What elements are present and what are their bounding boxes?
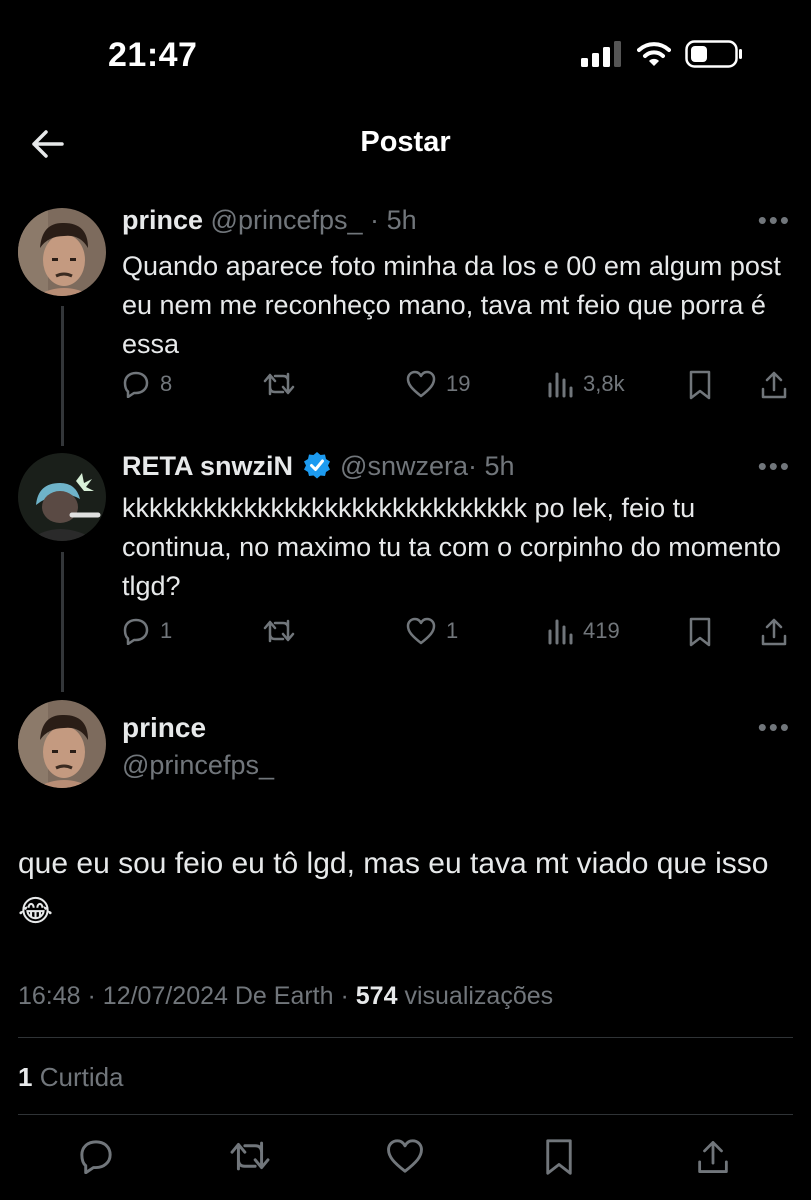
more-icon[interactable]: •••: [758, 712, 791, 743]
status-bar: 21:47: [0, 0, 811, 110]
like-count: 1: [446, 618, 459, 643]
author-handle[interactable]: @princefps_: [211, 205, 363, 235]
likes-summary[interactable]: 1 Curtida: [18, 1062, 124, 1093]
post-date: 12/07/2024: [102, 982, 228, 1010]
views-icon: [548, 372, 573, 398]
post-text: Quando aparece foto minha da los e 00 em…: [122, 251, 781, 359]
bookmark-icon: [689, 617, 711, 647]
bookmark-icon: [689, 370, 711, 400]
post-source: De Earth: [234, 982, 334, 1010]
repost-button[interactable]: [228, 1138, 272, 1179]
repost-button[interactable]: [262, 617, 296, 645]
reply-count: 8: [160, 371, 173, 396]
reply-count: 1: [160, 618, 173, 643]
bookmark-button[interactable]: [544, 1138, 574, 1181]
views-icon: [548, 619, 573, 645]
post-actions: 8 19 3,8k: [122, 370, 802, 410]
post-text: kkkkkkkkkkkkkkkkkkkkkkkkkkkkkk po lek, f…: [122, 493, 781, 601]
share-button[interactable]: [696, 1138, 730, 1181]
share-icon: [761, 618, 787, 646]
page-title: Postar: [360, 126, 451, 158]
separator: ·: [370, 205, 380, 235]
post-actions: 1 1 419: [122, 617, 802, 657]
more-icon[interactable]: •••: [758, 205, 791, 236]
repost-button[interactable]: [262, 370, 296, 398]
like-count: 19: [446, 371, 471, 396]
post-age: 5h: [484, 451, 515, 481]
post-header: prince @princefps_ · 5h: [122, 205, 417, 236]
main-post-text: que eu sou feio eu tô lgd, mas eu tava m…: [18, 847, 769, 928]
divider: [18, 1114, 793, 1115]
author-name[interactable]: prince: [122, 712, 206, 744]
signal-icon: [581, 41, 621, 67]
author-handle[interactable]: @snwzera: [340, 451, 468, 481]
like-button[interactable]: [386, 1138, 424, 1179]
share-button[interactable]: [760, 617, 788, 647]
status-icons: [581, 40, 743, 68]
author-handle[interactable]: @princefps_: [122, 750, 274, 781]
battery-icon: [685, 40, 742, 68]
views-count: 3,8k: [583, 371, 625, 396]
repost-icon: [263, 372, 295, 396]
views-label: visualizações: [404, 982, 554, 1010]
verified-badge-icon: [303, 452, 330, 479]
author-name[interactable]: RETA snwziN: [122, 451, 293, 481]
reply-icon: [123, 618, 149, 645]
likes-label: Curtida: [39, 1062, 124, 1092]
repost-icon: [230, 1141, 270, 1171]
like-icon: [387, 1139, 423, 1173]
post-header: RETA snwziN @snwzera· 5h: [122, 451, 515, 482]
views-count: 574: [355, 982, 398, 1010]
views-count: 419: [583, 618, 620, 643]
more-icon[interactable]: •••: [758, 451, 791, 482]
reply-button[interactable]: [78, 1138, 114, 1179]
like-button[interactable]: 1: [406, 617, 458, 645]
reply-button[interactable]: 1: [122, 617, 172, 645]
main-post-actions: [0, 1138, 811, 1182]
views-button[interactable]: 3,8k: [547, 370, 625, 398]
like-icon: [406, 370, 436, 398]
bookmark-icon: [546, 1139, 572, 1175]
wifi-icon: [637, 42, 671, 66]
bookmark-button[interactable]: [688, 370, 712, 400]
views-button[interactable]: 419: [547, 617, 620, 645]
reply-button[interactable]: 8: [122, 370, 172, 398]
status-time: 21:47: [108, 36, 198, 74]
like-icon: [406, 617, 436, 645]
reply-icon: [80, 1140, 112, 1175]
share-button[interactable]: [760, 370, 788, 400]
separator: ·: [468, 451, 477, 481]
top-nav: Postar: [0, 110, 811, 186]
share-icon: [761, 371, 787, 399]
like-button[interactable]: 19: [406, 370, 470, 398]
avatar[interactable]: [18, 700, 106, 788]
post-time: 16:48: [18, 982, 81, 1010]
reply-icon: [123, 371, 149, 398]
post-meta: 16:48 · 12/07/2024 De Earth · 574 visual…: [18, 982, 554, 1010]
divider: [18, 1037, 793, 1038]
likes-count: 1: [18, 1062, 33, 1092]
share-icon: [698, 1141, 728, 1173]
post-age: 5h: [386, 205, 417, 235]
bookmark-button[interactable]: [688, 617, 712, 647]
repost-icon: [263, 619, 295, 643]
author-name[interactable]: prince: [122, 205, 203, 235]
